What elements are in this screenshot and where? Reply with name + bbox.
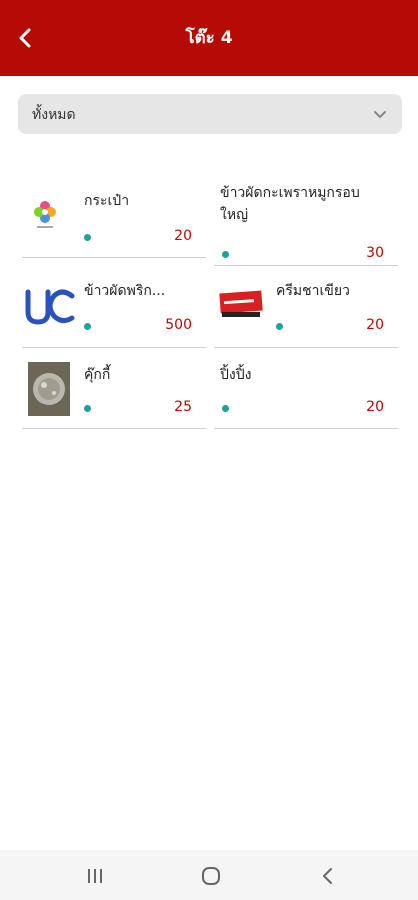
app-bar: โต๊ะ 4	[0, 0, 418, 76]
system-nav-bar	[0, 850, 418, 900]
status-dot	[84, 323, 91, 330]
item-quantity: 20	[174, 228, 192, 244]
item-quantity: 500	[165, 317, 192, 333]
menu-item-card[interactable]: ข้าวผัดกะเพราหมูกรอบใหญ่ 30	[214, 168, 398, 266]
chevron-down-icon	[374, 111, 386, 118]
status-dot	[84, 405, 91, 412]
item-name: ปิ้งปิ้ง	[220, 367, 252, 383]
item-quantity: 20	[366, 399, 384, 415]
home-button[interactable]	[199, 864, 223, 888]
item-quantity: 20	[366, 317, 384, 333]
menu-item-card[interactable]: ปิ้งปิ้ง 20	[214, 352, 398, 429]
recent-apps-button[interactable]	[83, 864, 107, 888]
item-name: ข้าวผัดพริก...	[84, 283, 166, 299]
system-back-button[interactable]	[316, 864, 340, 888]
category-dropdown[interactable]: ทั้งหมด	[18, 94, 402, 134]
page-title: โต๊ะ 4	[185, 28, 233, 48]
status-dot	[276, 323, 283, 330]
menu-item-card[interactable]: คุ๊กกี้ 25	[22, 352, 206, 429]
item-name: คุ๊กกี้	[84, 367, 111, 383]
logo-thumbnail	[22, 190, 68, 236]
category-dropdown-value: ทั้งหมด	[32, 107, 76, 123]
status-dot	[222, 405, 229, 412]
item-quantity: 30	[366, 245, 384, 261]
status-dot	[84, 234, 91, 241]
back-icon	[323, 868, 332, 884]
item-name: ข้าวผัดกะเพราหมูกรอบใหญ่	[220, 185, 360, 223]
home-icon	[202, 867, 220, 885]
status-dot	[222, 251, 229, 258]
red-label-thumbnail	[218, 286, 264, 320]
uc-logo-thumbnail	[22, 282, 76, 328]
photo-thumbnail	[28, 362, 70, 416]
item-name: กระเป๋า	[84, 193, 130, 209]
menu-item-card[interactable]: ข้าวผัดพริก... 500	[22, 262, 206, 348]
item-quantity: 25	[174, 399, 192, 415]
recent-apps-icon	[88, 869, 102, 883]
menu-item-card[interactable]: ครีมชาเขียว 20	[214, 262, 398, 348]
item-name: ครีมชาเขียว	[276, 283, 350, 299]
menu-item-card[interactable]: กระเป๋า 20	[22, 168, 206, 258]
